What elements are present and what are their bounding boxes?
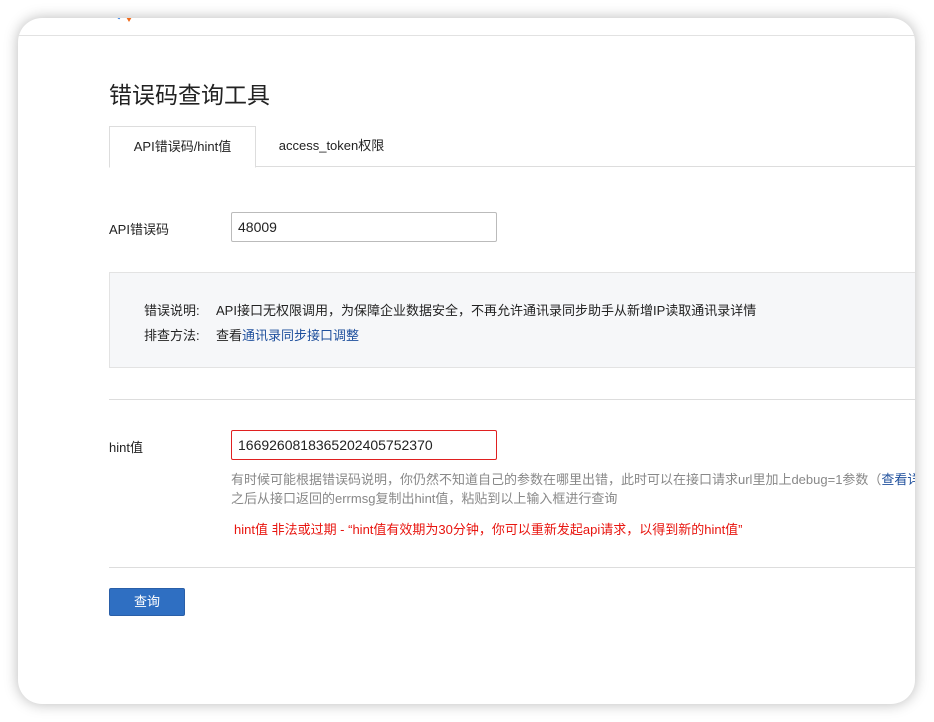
top-bar — [18, 18, 915, 36]
error-info-panel: 错误说明: API接口无权限调用，为保障企业数据安全，不再允许通讯录同步助手从新增… — [109, 272, 915, 368]
fix-method-label: 排查方法: — [144, 328, 200, 343]
hint-label: hint值 — [109, 440, 143, 455]
hint-input[interactable]: 1669260818365202405752370 — [231, 430, 497, 460]
api-code-label: API错误码 — [109, 222, 169, 237]
api-code-input[interactable]: 48009 — [231, 212, 497, 242]
view-details-link[interactable]: 查看详 — [881, 472, 915, 487]
contact-sync-link[interactable]: 通讯录同步接口调整 — [242, 328, 359, 343]
divider — [109, 399, 915, 400]
query-button[interactable]: 查询 — [109, 588, 185, 616]
divider — [109, 567, 915, 568]
page-title: 错误码查询工具 — [109, 82, 270, 108]
error-desc-row: 错误说明: API接口无权限调用，为保障企业数据安全，不再允许通讯录同步助手从新增… — [144, 300, 756, 319]
tab-bar: API错误码/hint值 access_token权限 — [109, 126, 915, 168]
help-line-1: 有时候可能根据错误码说明，你仍然不知道自己的参数在哪里出错，此时可以在接口请求u… — [231, 472, 882, 487]
hint-help-text: 有时候可能根据错误码说明，你仍然不知道自己的参数在哪里出错，此时可以在接口请求u… — [231, 470, 915, 508]
help-line-2: 之后从接口返回的errmsg复制出hint值，粘贴到以上输入框进行查询 — [231, 491, 618, 506]
logo-icon — [117, 18, 132, 22]
hint-error-message: hint值 非法或过期 - “hint值有效期为30分钟，你可以重新发起api请… — [234, 522, 743, 537]
fix-method-row: 排查方法: 查看通讯录同步接口调整 — [144, 325, 359, 344]
tab-access-token[interactable]: access_token权限 — [259, 126, 404, 166]
fix-prefix: 查看 — [216, 328, 243, 343]
tab-api-error-code[interactable]: API错误码/hint值 — [109, 126, 256, 168]
page-card: 错误码查询工具 API错误码/hint值 access_token权限 API错… — [18, 18, 915, 704]
error-desc-label: 错误说明: — [144, 303, 200, 318]
error-desc-text: API接口无权限调用，为保障企业数据安全，不再允许通讯录同步助手从新增IP读取通… — [216, 303, 757, 318]
